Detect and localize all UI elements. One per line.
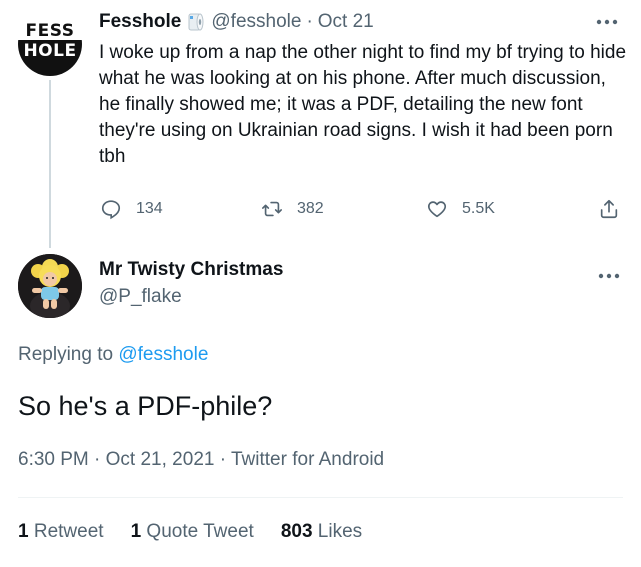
- more-horizontal-icon: [598, 273, 620, 279]
- engagement-stats: 1 Retweet 1 Quote Tweet 803 Likes: [18, 521, 389, 543]
- likes-label: Likes: [317, 521, 363, 542]
- reply-author-display-name[interactable]: Mr Twisty Christmas: [99, 258, 283, 282]
- reply-count: 134: [136, 200, 163, 217]
- more-horizontal-icon: [596, 19, 618, 25]
- plush-toy-avatar-image: [18, 254, 82, 318]
- tweet-client[interactable]: Twitter for Android: [231, 449, 384, 470]
- retweets-stat-link[interactable]: 1 Retweet: [18, 521, 104, 543]
- retweet-icon: [262, 201, 282, 217]
- tweet-text: I woke up from a nap the other night to …: [99, 42, 627, 167]
- heart-icon: [427, 201, 447, 218]
- share-button[interactable]: [598, 197, 620, 221]
- quote-tweets-count: 1: [130, 521, 142, 542]
- tweet-metadata: 6:30 PM · Oct 21, 2021 · Twitter for And…: [18, 449, 384, 471]
- quote-tweets-stat-link[interactable]: 1 Quote Tweet: [131, 521, 254, 543]
- tweet-header: Fesshole @fesshole · Oct 21: [99, 10, 374, 34]
- replying-to-line: Replying to @fesshole: [18, 344, 208, 366]
- fesshole-avatar[interactable]: FESS HOLE: [18, 12, 82, 76]
- meta-separator: ·: [94, 449, 101, 470]
- retweets-count: 1: [18, 521, 29, 542]
- tweet-time[interactable]: 6:30 PM: [18, 449, 89, 470]
- replying-to-prefix: Replying to: [18, 344, 114, 365]
- reply-icon: [101, 200, 121, 220]
- quote-tweets-label: Quote Tweet: [146, 521, 254, 542]
- author-display-name[interactable]: Fesshole: [99, 10, 181, 34]
- toilet-roll-icon: [188, 13, 204, 31]
- header-separator: ·: [306, 11, 313, 32]
- stats-divider: [18, 497, 623, 498]
- tweet-date[interactable]: Oct 21: [318, 11, 374, 33]
- like-button[interactable]: 5.5K: [426, 197, 495, 221]
- reply-more-options-button[interactable]: [598, 268, 620, 286]
- mr-twisty-avatar[interactable]: [18, 254, 82, 318]
- author-handle[interactable]: @fesshole: [211, 11, 301, 33]
- avatar-logo-text-top: FESS: [25, 21, 75, 41]
- likes-stat-link[interactable]: 803 Likes: [281, 521, 362, 543]
- likes-count: 803: [280, 521, 313, 542]
- retweet-button[interactable]: 382: [261, 197, 324, 221]
- retweets-label: Retweet: [33, 521, 104, 542]
- share-icon: [600, 199, 618, 219]
- replying-to-handle-link[interactable]: @fesshole: [118, 344, 208, 365]
- avatar-logo-text-bottom: HOLE: [18, 40, 82, 76]
- tweet-full-date[interactable]: Oct 21, 2021: [106, 449, 215, 470]
- reply-author-handle[interactable]: @P_flake: [99, 286, 182, 308]
- like-count: 5.5K: [462, 200, 495, 217]
- meta-separator: ·: [219, 449, 227, 470]
- retweet-count: 382: [297, 200, 324, 217]
- more-options-button[interactable]: [596, 14, 618, 32]
- reply-button[interactable]: 134: [100, 197, 163, 221]
- reply-tweet-text: So he's a PDF-phile?: [18, 391, 273, 421]
- thread-connector-line: [49, 80, 51, 248]
